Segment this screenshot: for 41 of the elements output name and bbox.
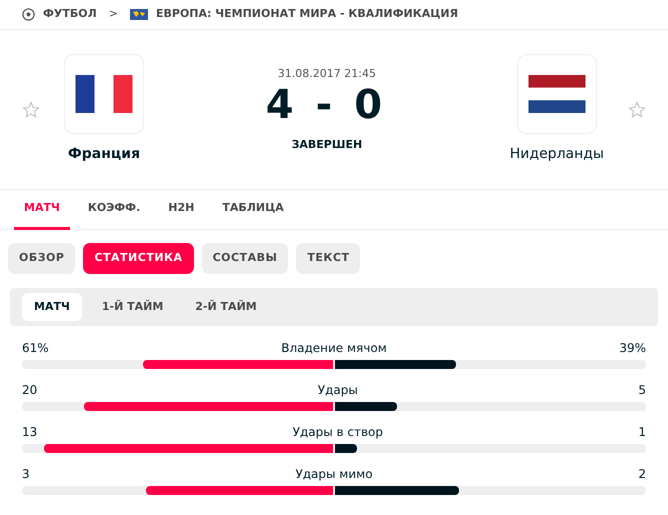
tab[interactable]: ТАБЛИЦА <box>212 190 294 230</box>
tab[interactable]: КОЭФФ. <box>78 190 150 230</box>
favorite-star-icon[interactable] <box>628 100 646 118</box>
period-tab[interactable]: 1-Й ТАЙМ <box>90 292 176 321</box>
breadcrumb-separator: > <box>108 6 118 22</box>
section-tab[interactable]: ТЕКСТ <box>296 243 360 274</box>
team-name[interactable]: Франция <box>68 144 140 165</box>
section-tab[interactable]: СТАТИСТИКА <box>83 243 194 274</box>
stat-value: 2 <box>638 466 646 482</box>
stat-value: 20 <box>22 382 38 398</box>
score: 0 <box>354 82 388 126</box>
stat-value: 13 <box>22 424 38 440</box>
favorite-star-icon[interactable] <box>22 100 40 118</box>
flag-icon <box>528 75 586 113</box>
away-stat-bar <box>335 402 398 411</box>
period-tab[interactable]: 2-Й ТАЙМ <box>183 292 269 321</box>
soccer-ball-icon <box>22 8 35 21</box>
section-tab[interactable]: СОСТАВЫ <box>202 243 288 274</box>
breadcrumb-link[interactable]: ЕВРОПА: ЧЕМПИОНАТ МИРА - КВАЛИФИКАЦИЯ <box>156 6 458 23</box>
tab[interactable]: H2H <box>158 190 204 230</box>
stat-value: 5 <box>638 382 646 398</box>
match-datetime: 31.08.2017 21:45 <box>278 66 376 82</box>
stat-name: Удары <box>318 382 358 398</box>
stat-value: 39% <box>619 340 646 356</box>
stat-name: Удары мимо <box>295 466 373 482</box>
tab[interactable]: МАТЧ <box>14 190 70 230</box>
stat-value: 1 <box>638 424 646 440</box>
score: 4 <box>266 82 300 126</box>
away-stat-bar <box>335 444 358 453</box>
section-tab[interactable]: ОБЗОР <box>8 243 76 274</box>
flag-icon <box>130 9 148 20</box>
match-status: ЗАВЕРШЕН <box>292 136 362 152</box>
breadcrumb-link[interactable]: ФУТБОЛ <box>43 6 97 23</box>
flag-icon <box>75 75 133 113</box>
team-name[interactable]: Нидерланды <box>510 144 604 165</box>
stat-name: Владение мячом <box>281 340 387 356</box>
stat-value: 61% <box>22 340 49 356</box>
period-tab[interactable]: МАТЧ <box>22 292 82 321</box>
stat-name: Удары в створ <box>292 424 383 440</box>
score-separator: - <box>316 82 338 126</box>
stat-value: 3 <box>22 466 30 482</box>
